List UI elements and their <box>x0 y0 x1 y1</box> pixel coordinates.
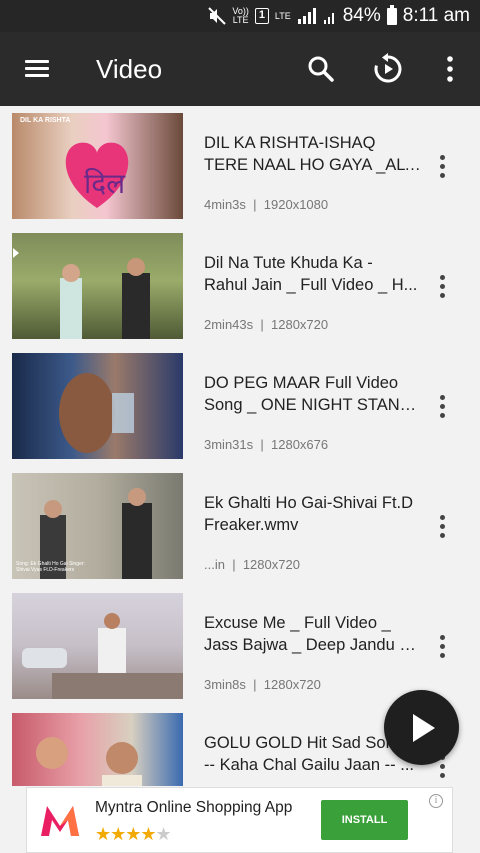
thumbnail-figures <box>36 737 142 786</box>
thumbnail-figures <box>22 613 183 699</box>
video-title[interactable]: Ek Ghalti Ho Gai-Shivai Ft.D Freaker.wmv <box>204 492 424 536</box>
list-item[interactable]: Song: Ek Ghalti Ho Gai Singer: Shivai Vy… <box>0 466 480 586</box>
page-title: Video <box>96 54 163 84</box>
item-more-icon[interactable] <box>430 272 454 302</box>
status-bar: Vo)) LTE 1 LTE 84% 8:11 am <box>0 0 480 32</box>
item-more-icon[interactable] <box>430 152 454 182</box>
video-thumbnail[interactable]: दिल DIL KA RISHTA <box>12 113 183 219</box>
thumbnail-figures <box>59 373 134 453</box>
meta-separator: | <box>260 437 264 452</box>
video-meta: 4min3s | 1920x1080 <box>204 197 328 212</box>
video-thumbnail[interactable] <box>12 233 183 339</box>
video-thumbnail[interactable]: Song: Ek Ghalti Ho Gai Singer: Shivai Vy… <box>12 473 183 579</box>
video-list: दिल DIL KA RISHTA DIL KA RISHTA-ISHAQ TE… <box>0 106 480 786</box>
video-duration: 4min3s <box>204 197 246 212</box>
replay-icon[interactable] <box>371 52 405 86</box>
item-more-icon[interactable] <box>430 632 454 662</box>
video-resolution: 1280x720 <box>263 677 321 692</box>
lte-indicator: LTE <box>274 10 291 21</box>
menu-icon[interactable] <box>22 54 54 84</box>
meta-separator: | <box>260 317 264 332</box>
signal-icon <box>297 8 316 24</box>
video-title[interactable]: Dil Na Tute Khuda Ka - Rahul Jain _ Full… <box>204 252 424 296</box>
list-item[interactable]: Excuse Me _ Full Video _ Jass Bajwa _ De… <box>0 586 480 706</box>
video-duration: ...in <box>204 557 225 572</box>
item-more-icon[interactable] <box>430 512 454 542</box>
ad-info-icon[interactable]: i <box>429 794 443 808</box>
more-vert-icon[interactable] <box>433 52 467 86</box>
video-meta: 3min31s | 1280x676 <box>204 437 328 452</box>
battery-percent: 84% <box>342 5 381 26</box>
list-item[interactable]: DO PEG MAAR Full Video Song _ ONE NIGHT … <box>0 346 480 466</box>
video-duration: 3min8s <box>204 677 246 692</box>
ad-banner[interactable]: Myntra Online Shopping App ★★★★★ INSTALL… <box>26 787 453 853</box>
video-title[interactable]: Excuse Me _ Full Video _ Jass Bajwa _ De… <box>204 612 424 656</box>
video-thumbnail[interactable] <box>12 353 183 459</box>
meta-separator: | <box>232 557 236 572</box>
thumbnail-figures <box>60 258 150 339</box>
video-duration: 2min43s <box>204 317 254 332</box>
item-more-icon[interactable] <box>430 392 454 422</box>
meta-separator: | <box>253 677 257 692</box>
signal-icon-2 <box>323 13 334 24</box>
thumbnail-overlay-text: DIL KA RISHTA <box>20 117 71 124</box>
sim-indicator: 1 <box>254 8 269 24</box>
video-duration: 3min31s <box>204 437 254 452</box>
video-title[interactable]: DO PEG MAAR Full Video Song _ ONE NIGHT … <box>204 372 424 416</box>
list-item[interactable]: Dil Na Tute Khuda Ka - Rahul Jain _ Full… <box>0 226 480 346</box>
meta-separator: | <box>253 197 257 212</box>
video-meta: 3min8s | 1280x720 <box>204 677 321 692</box>
install-button[interactable]: INSTALL <box>321 800 408 840</box>
video-thumbnail[interactable] <box>12 713 183 786</box>
list-item[interactable]: दिल DIL KA RISHTA DIL KA RISHTA-ISHAQ TE… <box>0 106 480 226</box>
volte-indicator: Vo)) LTE <box>232 6 249 25</box>
video-meta: 2min43s | 1280x720 <box>204 317 328 332</box>
video-resolution: 1920x1080 <box>263 197 329 212</box>
ad-rating-stars: ★★★★★ <box>95 824 172 844</box>
mute-icon <box>208 7 227 25</box>
video-meta: ...in | 1280x720 <box>204 557 300 572</box>
video-resolution: 1280x720 <box>271 317 329 332</box>
video-thumbnail[interactable] <box>12 593 183 699</box>
status-icons: Vo)) LTE 1 LTE 84% 8:11 am <box>208 0 470 32</box>
thumbnail-overlay-text: Song: Ek Ghalti Ho Gai Singer: Shivai Vy… <box>16 561 85 573</box>
ad-app-name: Myntra Online Shopping App <box>95 799 293 816</box>
play-all-button[interactable] <box>384 690 459 765</box>
svg-text:दिल: दिल <box>84 167 126 200</box>
video-resolution: 1280x720 <box>242 557 300 572</box>
battery-icon <box>386 4 397 25</box>
myntra-logo <box>41 806 79 836</box>
clock: 8:11 am <box>402 5 470 26</box>
video-title[interactable]: DIL KA RISHTA-ISHAQ TERE NAAL HO GAYA _A… <box>204 132 424 176</box>
search-icon[interactable] <box>304 52 338 86</box>
app-toolbar: Video <box>0 32 480 106</box>
video-resolution: 1280x676 <box>271 437 329 452</box>
heart-icon: दिल <box>65 142 129 208</box>
